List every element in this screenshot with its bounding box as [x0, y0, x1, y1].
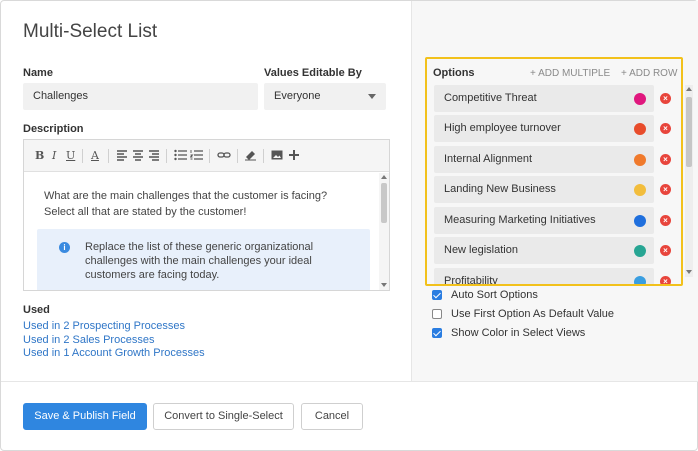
delete-icon[interactable]: ×	[660, 245, 671, 256]
editor-scrollbar[interactable]	[379, 173, 389, 290]
option-row[interactable]: Internal Alignment ×	[434, 146, 671, 173]
align-right-icon[interactable]	[148, 149, 160, 165]
description-editor: B I U A What are the main challenges tha…	[23, 139, 390, 291]
editor-toolbar: B I U A	[24, 140, 389, 172]
scroll-up-icon[interactable]	[686, 87, 692, 91]
color-swatch[interactable]	[634, 93, 646, 105]
toolbar-divider	[166, 149, 167, 163]
footer-divider	[1, 381, 698, 382]
name-input[interactable]: Challenges	[23, 83, 258, 110]
delete-icon[interactable]: ×	[660, 123, 671, 134]
editable-by-select[interactable]: Everyone	[264, 83, 386, 110]
show-color-label: Show Color in Select Views	[451, 327, 586, 339]
delete-icon[interactable]: ×	[660, 154, 671, 165]
dialog-title: Multi-Select List	[23, 21, 158, 42]
options-scroll-thumb[interactable]	[686, 97, 692, 167]
options-list-box: Options + ADD MULTIPLE + ADD ROW Competi…	[425, 57, 683, 286]
description-text: What are the main challenges that the cu…	[44, 190, 328, 218]
eraser-icon[interactable]	[244, 149, 257, 165]
editable-by-label: Values Editable By	[264, 67, 362, 79]
color-swatch[interactable]	[634, 215, 646, 227]
info-callout: i Replace the list of these generic orga…	[37, 229, 370, 290]
delete-icon[interactable]: ×	[660, 93, 671, 104]
bullet-list-icon[interactable]	[174, 149, 187, 165]
options-header: Options	[433, 67, 475, 79]
toolbar-divider	[237, 149, 238, 163]
scroll-down-icon[interactable]	[381, 283, 387, 287]
option-row[interactable]: High employee turnover ×	[434, 115, 671, 142]
save-publish-button[interactable]: Save & Publish Field	[23, 403, 147, 430]
align-left-icon[interactable]	[116, 149, 128, 165]
info-text: Replace the list of these generic organi…	[85, 241, 314, 281]
option-label[interactable]: Measuring Marketing Initiatives	[444, 207, 596, 234]
bold-button[interactable]: B	[35, 149, 44, 163]
option-row[interactable]: Competitive Threat ×	[434, 85, 671, 112]
delete-icon[interactable]: ×	[660, 215, 671, 226]
color-swatch[interactable]	[634, 276, 646, 284]
used-link-account-growth[interactable]: Used in 1 Account Growth Processes	[23, 347, 205, 359]
option-label[interactable]: Landing New Business	[444, 176, 556, 203]
first-default-label: Use First Option As Default Value	[451, 308, 615, 320]
align-center-icon[interactable]	[132, 149, 144, 165]
used-link-sales[interactable]: Used in 2 Sales Processes	[23, 334, 154, 346]
add-row-button[interactable]: + ADD ROW	[621, 68, 677, 79]
options-list: Competitive Threat × High employee turno…	[434, 85, 677, 284]
editable-by-value: Everyone	[274, 90, 321, 102]
name-label: Name	[23, 67, 53, 79]
color-swatch[interactable]	[634, 123, 646, 135]
editor-scroll-thumb[interactable]	[381, 183, 387, 223]
toolbar-divider	[82, 149, 83, 163]
scroll-up-icon[interactable]	[381, 175, 387, 179]
show-color-checkbox[interactable]	[432, 328, 442, 338]
color-swatch[interactable]	[634, 154, 646, 166]
auto-sort-checkbox[interactable]	[432, 290, 442, 300]
multi-select-dialog: Multi-Select List Name Challenges Values…	[0, 0, 698, 451]
option-row[interactable]: Landing New Business ×	[434, 176, 671, 203]
option-label[interactable]: New legislation	[444, 237, 518, 264]
numbered-list-icon[interactable]	[189, 149, 203, 165]
italic-button[interactable]: I	[52, 149, 56, 163]
cancel-button[interactable]: Cancel	[301, 403, 363, 430]
options-scrollbar[interactable]	[685, 85, 693, 277]
option-row[interactable]: Profitability ×	[434, 268, 671, 284]
delete-icon[interactable]: ×	[660, 276, 671, 284]
info-icon: i	[59, 242, 70, 253]
scroll-down-icon[interactable]	[686, 270, 692, 274]
option-label[interactable]: Profitability	[444, 268, 498, 284]
first-default-checkbox[interactable]	[432, 309, 442, 319]
link-icon[interactable]	[217, 149, 231, 165]
auto-sort-label: Auto Sort Options	[451, 289, 538, 301]
used-link-prospecting[interactable]: Used in 2 Prospecting Processes	[23, 320, 185, 332]
toolbar-divider	[263, 149, 264, 163]
plus-icon[interactable]	[288, 149, 300, 165]
convert-single-select-button[interactable]: Convert to Single-Select	[153, 403, 294, 430]
editor-content[interactable]: What are the main challenges that the cu…	[24, 173, 379, 290]
color-swatch[interactable]	[634, 245, 646, 257]
option-label[interactable]: High employee turnover	[444, 115, 561, 142]
option-row[interactable]: Measuring Marketing Initiatives ×	[434, 207, 671, 234]
chevron-down-icon	[368, 94, 376, 99]
option-label[interactable]: Internal Alignment	[444, 146, 532, 173]
toolbar-divider	[108, 149, 109, 163]
toolbar-divider	[209, 149, 210, 163]
color-swatch[interactable]	[634, 184, 646, 196]
option-row[interactable]: New legislation ×	[434, 237, 671, 264]
underline-button[interactable]: U	[66, 149, 75, 163]
description-label: Description	[23, 123, 84, 135]
image-icon[interactable]	[271, 149, 283, 165]
used-label: Used	[23, 304, 50, 316]
text-color-button[interactable]: A	[91, 149, 99, 163]
delete-icon[interactable]: ×	[660, 184, 671, 195]
add-multiple-button[interactable]: + ADD MULTIPLE	[530, 68, 610, 79]
option-label[interactable]: Competitive Threat	[444, 85, 537, 112]
